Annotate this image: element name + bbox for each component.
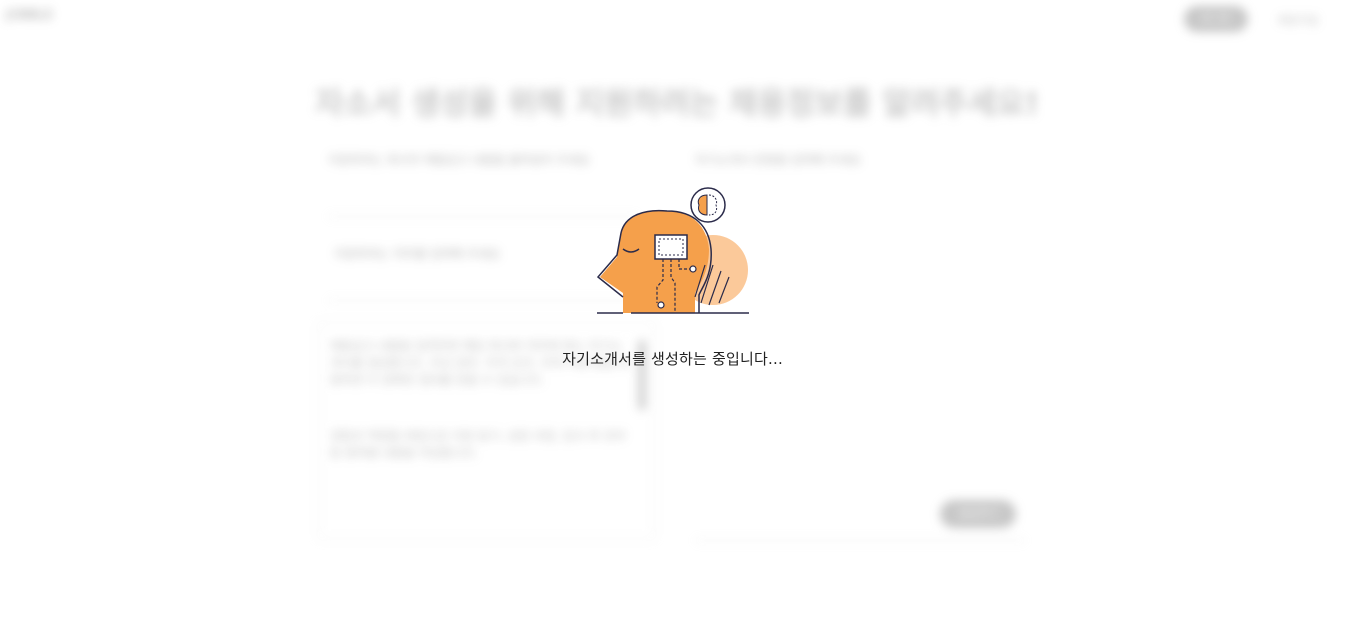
loading-message: 자기소개서를 생성하는 중입니다...	[562, 350, 783, 368]
page: JOBBLE 로그인 회원가입 자소서 생성을 위해 지원하려는 채용정보를 알…	[0, 0, 1345, 635]
ai-head-circuit-icon	[596, 187, 749, 314]
loading-overlay: 자기소개서를 생성하는 중입니다...	[0, 0, 1345, 635]
